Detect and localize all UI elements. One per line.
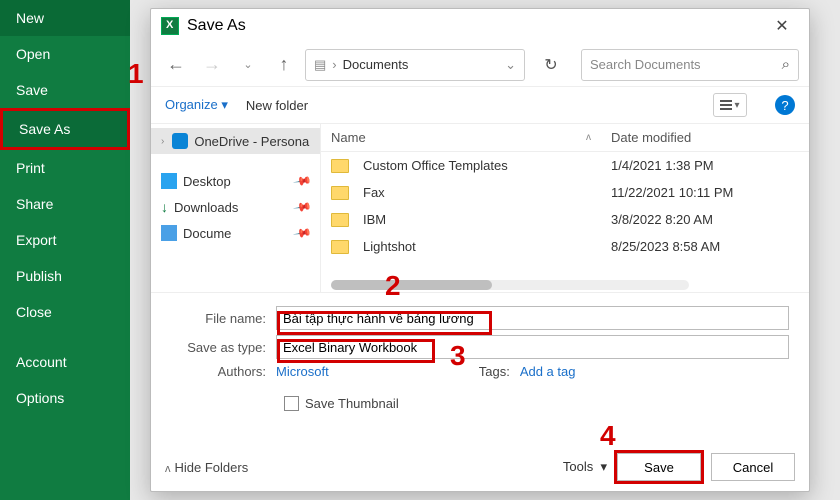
- help-button[interactable]: ?: [775, 95, 795, 115]
- list-header: Name ʌ Date modified: [321, 124, 809, 152]
- menu-print[interactable]: Print: [0, 150, 130, 186]
- search-icon: ⌕: [782, 56, 790, 73]
- chevron-down-icon: ▾: [734, 100, 739, 111]
- refresh-button[interactable]: ↻: [535, 49, 567, 81]
- menu-open[interactable]: Open: [0, 36, 130, 72]
- save-type-row: Save as type:: [171, 335, 789, 359]
- menu-export[interactable]: Export: [0, 222, 130, 258]
- folder-tree: › OneDrive - Persona Desktop 📌 ↓ Downloa…: [151, 124, 321, 292]
- folder-icon: [331, 159, 349, 173]
- list-item[interactable]: Lightshot 8/25/2023 8:58 AM: [321, 233, 809, 260]
- save-thumbnail-label: Save Thumbnail: [305, 396, 399, 411]
- save-as-dialog: Save As ✕ ← → ⌄ ↑ ▤ › Documents ⌄ ↻ Sear…: [150, 8, 810, 492]
- address-bar[interactable]: ▤ › Documents ⌄: [305, 49, 525, 81]
- documents-icon: [161, 225, 177, 241]
- search-placeholder: Search Documents: [590, 57, 701, 72]
- hide-folders-button[interactable]: ʌHide Folders: [165, 460, 248, 475]
- file-name-input[interactable]: [276, 306, 789, 330]
- tree-desktop[interactable]: Desktop 📌: [151, 168, 320, 194]
- recent-button[interactable]: ⌄: [233, 50, 263, 80]
- backstage-sidebar: New Open Save Save As Print Share Export…: [0, 0, 130, 500]
- cancel-button[interactable]: Cancel: [711, 453, 795, 481]
- authors-label: Authors:: [171, 364, 276, 379]
- authors-value[interactable]: Microsoft: [276, 364, 329, 379]
- pin-icon: 📌: [292, 197, 312, 217]
- new-folder-button[interactable]: New folder: [246, 98, 308, 113]
- menu-account[interactable]: Account: [0, 344, 130, 380]
- menu-new[interactable]: New: [0, 0, 130, 36]
- save-type-select[interactable]: [276, 335, 789, 359]
- breadcrumb-documents[interactable]: Documents: [343, 57, 409, 72]
- forward-button[interactable]: →: [197, 50, 227, 80]
- chevron-right-icon: ›: [161, 136, 164, 147]
- tree-label: OneDrive - Persona: [194, 134, 309, 149]
- path-dropdown-icon[interactable]: ⌄: [505, 57, 516, 73]
- list-item[interactable]: Custom Office Templates 1/4/2021 1:38 PM: [321, 152, 809, 179]
- menu-save-as[interactable]: Save As: [0, 108, 130, 150]
- save-button[interactable]: Save: [617, 453, 701, 481]
- menu-save[interactable]: Save: [0, 72, 130, 108]
- excel-icon: [161, 17, 179, 35]
- dialog-footer: ʌHide Folders Tools ▾ Save Cancel: [165, 453, 795, 481]
- folder-icon: [331, 213, 349, 227]
- dialog-title: Save As: [187, 17, 246, 35]
- menu-options[interactable]: Options: [0, 380, 130, 416]
- tree-label: Docume: [183, 226, 231, 241]
- chevron-up-icon: ʌ: [165, 463, 171, 475]
- list-item[interactable]: Fax 11/22/2021 10:11 PM: [321, 179, 809, 206]
- tree-onedrive[interactable]: › OneDrive - Persona: [151, 128, 320, 154]
- breadcrumb-sep-icon: ›: [332, 57, 336, 72]
- file-list: Name ʌ Date modified Custom Office Templ…: [321, 124, 809, 292]
- save-thumbnail-checkbox[interactable]: [284, 396, 299, 411]
- organize-button[interactable]: Organize ▾: [165, 97, 228, 113]
- search-box[interactable]: Search Documents ⌕: [581, 49, 799, 81]
- menu-close[interactable]: Close: [0, 294, 130, 330]
- col-name-header[interactable]: Name ʌ: [331, 130, 611, 145]
- meta-row: Authors: Microsoft Tags: Add a tag: [171, 364, 789, 379]
- toolbar: Organize ▾ New folder ▾ ?: [151, 87, 809, 123]
- file-name-row: File name:: [171, 306, 789, 330]
- view-button[interactable]: ▾: [713, 93, 747, 117]
- tags-value[interactable]: Add a tag: [520, 364, 576, 379]
- list-view-icon: [720, 100, 732, 110]
- back-button[interactable]: ←: [161, 50, 191, 80]
- menu-publish[interactable]: Publish: [0, 258, 130, 294]
- col-date-header[interactable]: Date modified: [611, 130, 799, 145]
- tree-label: Downloads: [174, 200, 238, 215]
- sort-asc-icon: ʌ: [586, 132, 591, 143]
- downloads-icon: ↓: [161, 199, 168, 215]
- save-thumbnail-row: Save Thumbnail: [171, 384, 789, 417]
- save-type-label: Save as type:: [171, 340, 276, 355]
- nav-bar: ← → ⌄ ↑ ▤ › Documents ⌄ ↻ Search Documen…: [151, 43, 809, 87]
- pin-icon: 📌: [292, 223, 312, 243]
- path-root-icon: ▤: [314, 57, 326, 73]
- menu-share[interactable]: Share: [0, 186, 130, 222]
- file-name-label: File name:: [171, 311, 276, 326]
- list-item[interactable]: IBM 3/8/2022 8:20 AM: [321, 206, 809, 233]
- pin-icon: 📌: [292, 171, 312, 191]
- titlebar: Save As ✕: [151, 9, 809, 43]
- tree-documents[interactable]: Docume 📌: [151, 220, 320, 246]
- tags-label: Tags:: [479, 364, 510, 379]
- horizontal-scrollbar[interactable]: [331, 280, 689, 290]
- folder-icon: [331, 186, 349, 200]
- close-button[interactable]: ✕: [765, 12, 799, 40]
- callout-1: 1: [128, 58, 144, 90]
- body-area: › OneDrive - Persona Desktop 📌 ↓ Downloa…: [151, 123, 809, 293]
- tree-label: Desktop: [183, 174, 231, 189]
- form-area: File name: Save as type: Authors: Micros…: [151, 293, 809, 417]
- tree-downloads[interactable]: ↓ Downloads 📌: [151, 194, 320, 220]
- up-button[interactable]: ↑: [269, 50, 299, 80]
- folder-icon: [331, 240, 349, 254]
- desktop-icon: [161, 173, 177, 189]
- tools-dropdown[interactable]: Tools ▾: [563, 459, 607, 475]
- onedrive-icon: [172, 133, 188, 149]
